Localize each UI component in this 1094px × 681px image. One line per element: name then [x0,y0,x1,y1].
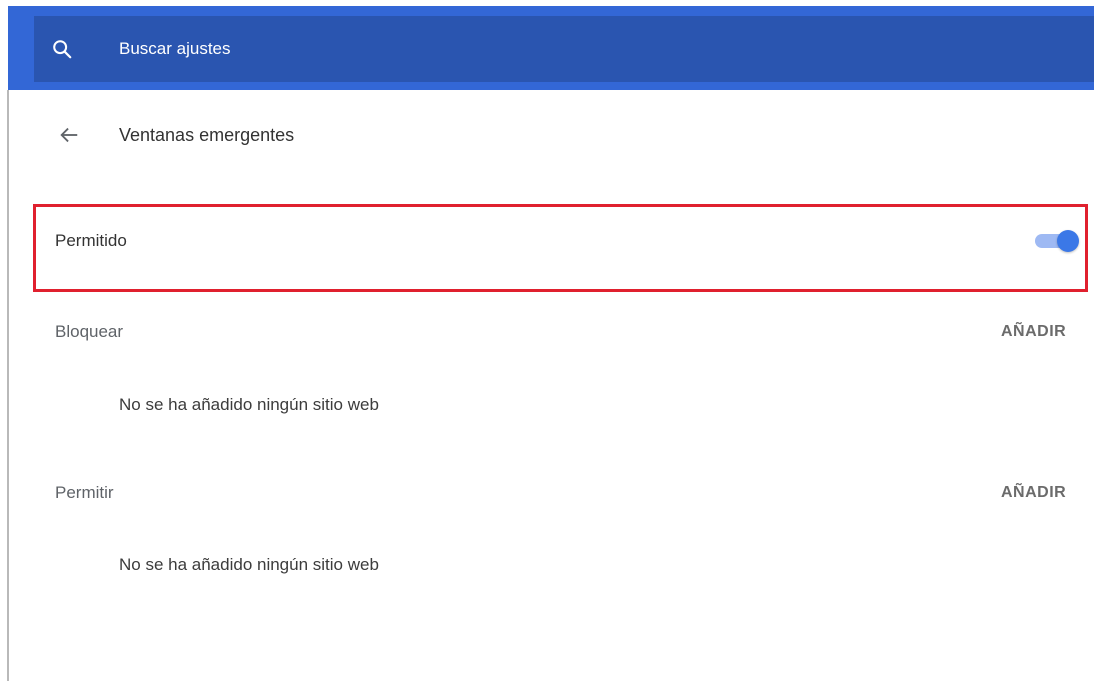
left-border [7,90,9,681]
highlight-box [33,204,1088,292]
block-add-button[interactable]: AÑADIR [1001,320,1066,344]
search-icon[interactable] [51,38,73,60]
page-title: Ventanas emergentes [119,125,295,145]
block-section-title: Bloquear [55,322,124,341]
allow-empty-text: No se ha añadido ningún sitio web [119,555,379,574]
search-input[interactable]: Buscar ajustes [119,16,231,82]
allow-section-title: Permitir [55,483,114,502]
popups-toggle[interactable] [1035,230,1083,252]
block-empty-text: No se ha añadido ningún sitio web [119,395,379,414]
search-bar[interactable]: Buscar ajustes [34,16,1094,82]
permitted-label: Permitido [55,231,127,250]
settings-header: Buscar ajustes [8,6,1094,90]
allow-add-button[interactable]: AÑADIR [1001,481,1066,505]
toggle-knob [1057,230,1079,252]
settings-window: Buscar ajustes Ventanas emergentes Permi… [0,0,1094,681]
arrow-left-icon[interactable] [58,124,80,146]
